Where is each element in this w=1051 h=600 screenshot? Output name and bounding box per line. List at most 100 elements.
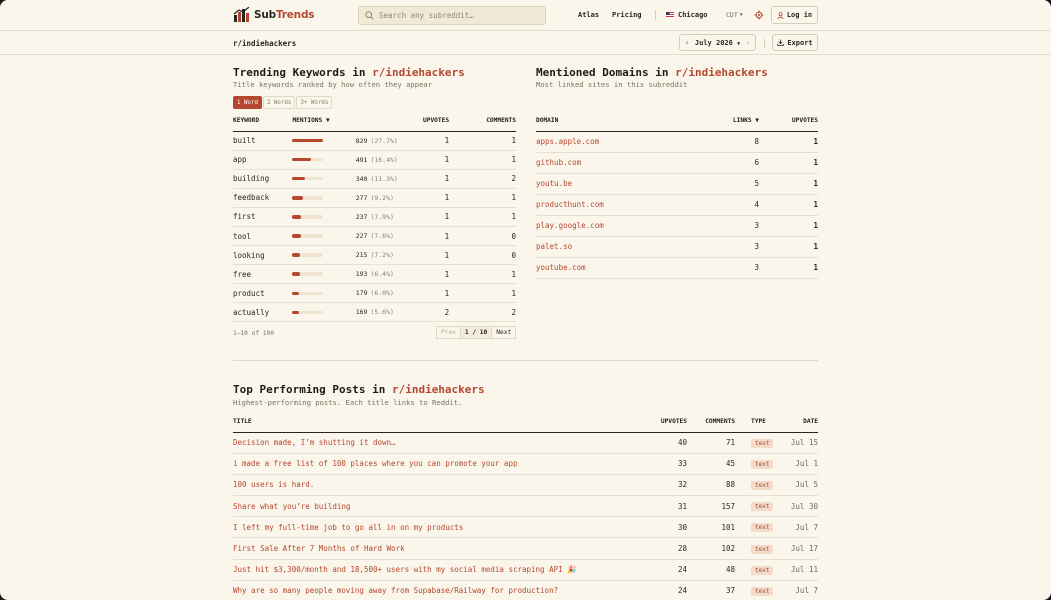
mentions-cell: 829 (27.7%): [292, 131, 398, 151]
city-selector[interactable]: Chicago: [678, 11, 708, 19]
keyword-row[interactable]: looking 215 (7.2%) 1 0: [233, 245, 516, 266]
mentions-bar-group: 277 (9.2%): [292, 194, 397, 202]
domain-link[interactable]: producthunt.com: [536, 194, 696, 216]
links-cell: 5: [696, 173, 759, 195]
download-icon: [777, 39, 785, 46]
posts-header-row: TITLE UPVOTES COMMENTS TYPE DATE: [233, 412, 818, 433]
post-title-link[interactable]: Share what you’re building: [233, 495, 653, 518]
col-title[interactable]: TITLE: [233, 412, 653, 433]
app-window: SubTrends Atlas Pricing Chicago CDT▼ Log…: [0, 0, 1051, 600]
post-row: Share what you’re building 31 157 text Jul 3…: [233, 495, 818, 518]
upvotes-cell: 1: [397, 207, 450, 227]
post-date-cell: Jul 15: [775, 432, 818, 454]
nav-atlas-link[interactable]: Atlas: [578, 11, 599, 19]
mentions-count: 829: [355, 136, 368, 145]
keyword-cell: looking: [233, 245, 293, 266]
domain-upvotes-cell: 1: [759, 152, 818, 174]
next-page-button[interactable]: Next: [491, 326, 517, 339]
post-comments-cell: 102: [687, 537, 735, 560]
mentions-bar-track: [292, 310, 324, 315]
next-month-button[interactable]: ›: [741, 38, 755, 47]
domain-link[interactable]: youtu.be: [536, 173, 696, 195]
mentions-cell: 227 (7.6%): [292, 226, 398, 247]
nav-pricing-link[interactable]: Pricing: [612, 11, 642, 19]
post-type-badge: text: [751, 544, 774, 554]
logo[interactable]: SubTrends: [233, 7, 315, 22]
post-upvotes-cell: 30: [653, 516, 687, 539]
timezone-selector[interactable]: CDT ▼: [726, 11, 743, 19]
post-row: Just hit $3,300/month and 18,500+ users …: [233, 559, 818, 581]
month-label: July 2026: [694, 38, 733, 47]
mentions-bar-fill: [292, 215, 302, 219]
post-title-link[interactable]: Why are so many people moving away from …: [233, 580, 653, 600]
post-type-cell: text: [735, 453, 775, 475]
tab-3-plus-words[interactable]: 3+ Words: [296, 96, 333, 109]
col-links[interactable]: LINKS ▼: [696, 111, 759, 132]
col-domain[interactable]: DOMAIN: [536, 111, 696, 132]
col-keyword[interactable]: KEYWORD: [233, 111, 293, 132]
post-upvotes-cell: 31: [653, 495, 687, 518]
search-input[interactable]: [379, 11, 539, 20]
chevron-down-icon: ▼: [739, 12, 743, 18]
keyword-cell: product: [233, 283, 293, 304]
post-type-cell: text: [735, 516, 775, 539]
keyword-row[interactable]: actually 169 (5.6%) 2 2: [233, 302, 516, 323]
keyword-row[interactable]: first 237 (7.9%) 1 1: [233, 207, 516, 227]
login-button[interactable]: Log in: [771, 6, 818, 24]
post-title-link[interactable]: i made a free list of 100 places where y…: [233, 453, 653, 475]
post-comments-cell: 71: [687, 432, 735, 454]
domain-link[interactable]: palet.so: [536, 236, 696, 258]
search-icon: [365, 11, 374, 20]
col-mentions[interactable]: MENTIONS ▼: [292, 111, 398, 132]
col-post-comments[interactable]: COMMENTS: [687, 412, 735, 433]
comments-cell: 1: [449, 264, 516, 285]
post-title-link[interactable]: 100 users is hard.: [233, 474, 653, 497]
post-title-link[interactable]: Decision made, I’m shutting it down…: [233, 432, 653, 454]
domain-link[interactable]: github.com: [536, 152, 696, 174]
month-dropdown[interactable]: July 2026 ▼: [694, 39, 741, 47]
col-date[interactable]: DATE: [775, 412, 818, 433]
subreddit-search[interactable]: [358, 6, 546, 25]
tab-1-word[interactable]: 1 Word: [233, 96, 262, 109]
domain-link[interactable]: apps.apple.com: [536, 131, 696, 153]
domain-upvotes-cell: 1: [759, 215, 818, 237]
mentions-percent: (9.2%): [370, 193, 394, 202]
export-button[interactable]: Export: [772, 34, 818, 51]
keyword-row[interactable]: product 179 (6.0%) 1 1: [233, 283, 516, 304]
domain-link[interactable]: youtube.com: [536, 257, 696, 279]
prev-page-button[interactable]: Prev: [436, 326, 461, 339]
post-row: First Sale After 7 Months of Hard Work 28…: [233, 537, 818, 560]
keyword-row[interactable]: feedback 277 (9.2%) 1 1: [233, 188, 516, 208]
posts-heading: Top Performing Posts in r/indiehackers: [233, 383, 485, 396]
post-type-badge: text: [751, 565, 774, 575]
post-date-cell: Jul 17: [775, 537, 818, 560]
col-comments[interactable]: COMMENTS: [449, 111, 516, 132]
upvotes-cell: 1: [397, 169, 450, 189]
mentions-cell: 277 (9.2%): [292, 188, 398, 208]
mentions-bar-group: 491 (16.4%): [292, 156, 398, 164]
col-upvotes[interactable]: UPVOTES: [397, 111, 450, 132]
post-type-badge: text: [751, 438, 774, 448]
mentions-bar-track: [292, 196, 324, 200]
post-title-link[interactable]: First Sale After 7 Months of Hard Work: [233, 537, 653, 560]
domain-link[interactable]: play.google.com: [536, 215, 696, 237]
col-post-upvotes[interactable]: UPVOTES: [653, 412, 687, 433]
col-domain-upvotes[interactable]: UPVOTES: [759, 111, 818, 132]
mentions-bar-group: 169 (5.6%): [292, 308, 397, 316]
keyword-row[interactable]: app 491 (16.4%) 1 1: [233, 150, 516, 170]
keyword-row[interactable]: free 193 (6.4%) 1 1: [233, 264, 516, 285]
mentions-count: 179: [355, 289, 368, 298]
mentions-bar-fill: [292, 138, 324, 143]
post-title-link[interactable]: I left my full-time job to go all in on …: [233, 516, 653, 539]
keyword-row[interactable]: tool 227 (7.6%) 1 0: [233, 226, 516, 247]
domain-row: youtu.be 5 1: [536, 173, 818, 195]
keyword-cell: actually: [233, 302, 293, 323]
previous-month-button[interactable]: ‹: [680, 38, 694, 47]
post-title-link[interactable]: Just hit $3,300/month and 18,500+ users …: [233, 559, 653, 581]
keyword-row[interactable]: building 340 (11.3%) 1 2: [233, 169, 516, 189]
col-type[interactable]: TYPE: [735, 412, 775, 433]
gear-icon[interactable]: [754, 10, 764, 20]
comments-cell: 1: [449, 283, 516, 304]
tab-2-words[interactable]: 2 Words: [262, 96, 296, 109]
keyword-row[interactable]: built 829 (27.7%) 1 1: [233, 131, 516, 151]
